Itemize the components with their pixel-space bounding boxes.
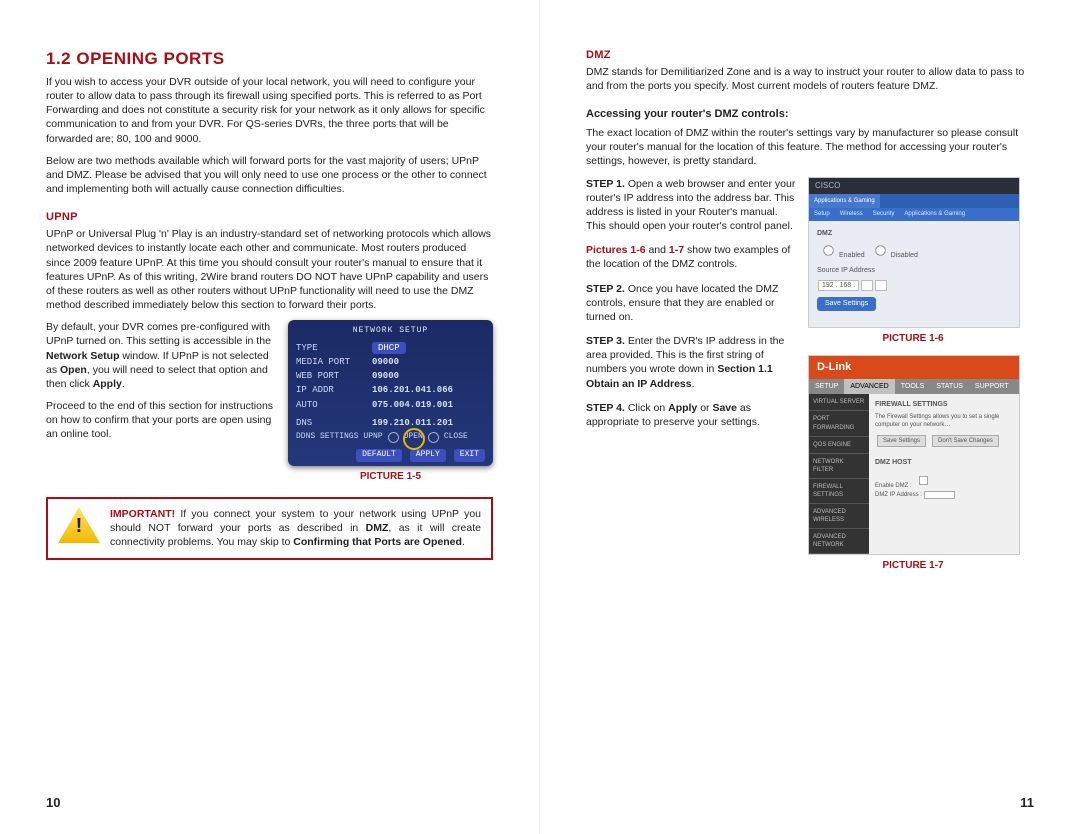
page-number-left: 10 xyxy=(46,794,60,812)
right-page: DMZ DMZ stands for Demilitiarized Zone a… xyxy=(540,0,1080,834)
warning-triangle-icon xyxy=(58,507,100,543)
important-text: IMPORTANT! If you connect your system to… xyxy=(110,507,481,550)
dlink-sidebar: VIRTUAL SERVER PORT FORWARDING QOS ENGIN… xyxy=(809,394,869,554)
dlink-router-panel: D-Link SETUP ADVANCED TOOLS STATUS SUPPO… xyxy=(808,355,1020,555)
picture-1-7-caption: PICTURE 1-7 xyxy=(808,559,1018,573)
step-2: STEP 2. Once you have located the DMZ co… xyxy=(586,282,796,325)
network-setup-window: NETWORK SETUP TYPEDHCP MEDIA PORT09000 W… xyxy=(288,320,493,465)
cisco-tab-active: Applications & Gaming xyxy=(809,194,880,208)
cisco-ip-boxes: 192 . 168 . xyxy=(817,280,1011,291)
cisco-router-panel: CISCO Applications & Gaming Setup Wirele… xyxy=(808,177,1020,328)
cisco-body: DMZ Enabled Disabled Source IP Address 1… xyxy=(809,221,1019,327)
netwin-title: NETWORK SETUP xyxy=(288,326,493,337)
upnp-paragraph-2: By default, your DVR comes pre-configure… xyxy=(46,320,276,391)
cisco-enabled-radio xyxy=(823,245,833,255)
left-page: 1.2 OPENING PORTS If you wish to access … xyxy=(0,0,540,834)
heading-router-dmz-controls: Accessing your router's DMZ controls: xyxy=(586,107,1034,122)
page-spread: 1.2 OPENING PORTS If you wish to access … xyxy=(0,0,1080,834)
steps-and-thumbs-row: STEP 1. Open a web browser and enter you… xyxy=(586,177,1034,573)
dlink-ip-field xyxy=(924,491,956,499)
intro-paragraph-2: Below are two methods available which wi… xyxy=(46,154,493,197)
dmz-paragraph-2: The exact location of DMZ within the rou… xyxy=(586,126,1034,169)
radio-open-icon xyxy=(388,432,399,443)
upnp-figure-row: By default, your DVR comes pre-configure… xyxy=(46,320,493,483)
dlink-main: FIREWALL SETTINGS The Firewall Settings … xyxy=(869,394,1019,554)
intro-paragraph-1: If you wish to access your DVR outside o… xyxy=(46,75,493,146)
steps-column: STEP 1. Open a web browser and enter you… xyxy=(586,177,796,440)
ddns-upnp-row: DDNS SETTINGS UPNP OPEN CLOSE xyxy=(288,430,493,445)
cisco-save-button: Save Settings xyxy=(817,297,876,310)
apply-button: APPLY xyxy=(410,449,446,462)
step-1: STEP 1. Open a web browser and enter you… xyxy=(586,177,796,234)
picture-1-5-caption: PICTURE 1-5 xyxy=(288,470,493,484)
heading-dmz: DMZ xyxy=(586,48,1034,63)
page-number-right: 11 xyxy=(1020,794,1034,812)
netwin-buttons: DEFAULT APPLY EXIT xyxy=(288,445,493,462)
dlink-logo: D-Link xyxy=(809,356,1019,379)
upnp-paragraph-3: Proceed to the end of this section for i… xyxy=(46,399,276,442)
dlink-tabs: SETUP ADVANCED TOOLS STATUS SUPPORT xyxy=(809,379,1019,394)
radio-close-icon xyxy=(428,432,439,443)
step-3: STEP 3. Enter the DVR's IP address in th… xyxy=(586,334,796,391)
exit-button: EXIT xyxy=(454,449,485,462)
important-callout: IMPORTANT! If you connect your system to… xyxy=(46,497,493,560)
picture-1-6-caption: PICTURE 1-6 xyxy=(808,332,1018,346)
dhcp-badge: DHCP xyxy=(372,342,406,354)
cisco-logo: CISCO xyxy=(815,181,840,192)
dmz-paragraph-1: DMZ stands for Demilitiarized Zone and i… xyxy=(586,65,1034,93)
network-setup-figure: NETWORK SETUP TYPEDHCP MEDIA PORT09000 W… xyxy=(288,320,493,483)
dlink-dont-save-button: Don't Save Changes xyxy=(932,435,999,447)
pictures-note: Pictures 1-6 and 1-7 show two examples o… xyxy=(586,243,796,271)
heading-opening-ports: 1.2 OPENING PORTS xyxy=(46,48,493,71)
cisco-disabled-radio xyxy=(875,245,885,255)
heading-upnp: UPNP xyxy=(46,210,493,225)
thumbnails-column: CISCO Applications & Gaming Setup Wirele… xyxy=(808,177,1018,573)
dlink-save-button: Save Settings xyxy=(877,435,926,447)
cisco-tabs: Applications & Gaming xyxy=(809,194,1019,208)
default-button: DEFAULT xyxy=(356,449,402,462)
dlink-enable-checkbox xyxy=(919,476,928,485)
upnp-paragraph-1: UPnP or Universal Plug 'n' Play is an in… xyxy=(46,227,493,312)
upnp-text-column: By default, your DVR comes pre-configure… xyxy=(46,320,276,449)
cisco-nav: Setup Wireless Security Applications & G… xyxy=(809,208,1019,220)
step-4: STEP 4. Click on Apply or Save as approp… xyxy=(586,401,796,429)
